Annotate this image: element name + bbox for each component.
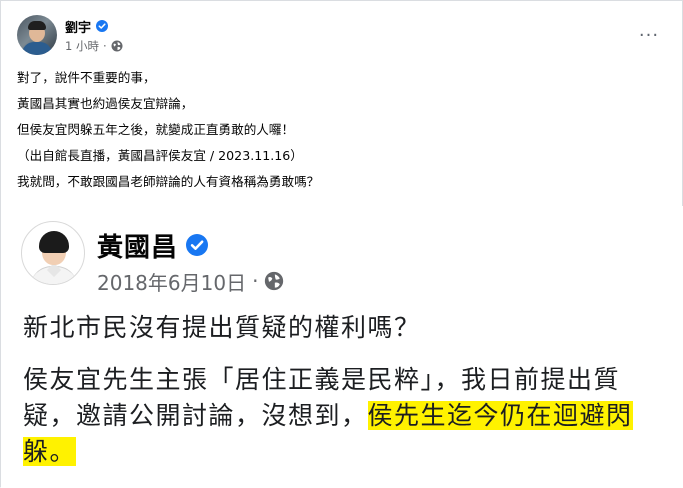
shared-post-paragraph: 侯友宜先生主張「居住正義是民粹」，我日前提出質 疑，邀請公開討論，沒想到，侯先生… <box>23 362 673 470</box>
post-text-line: （出自館長直播，黃國昌評侯友宜 / 2023.11.16） <box>17 148 303 163</box>
shared-author-name: 黃國昌 <box>97 232 179 263</box>
shared-para-line: 疑，邀請公開討論，沒想到，侯先生迄今仍在迴避閃 <box>23 398 673 434</box>
meta-separator: · <box>252 269 259 293</box>
highlighted-text: 侯先生迄今仍在迴避閃 <box>367 401 633 430</box>
shared-post-screenshot: 黃國昌 2018年6月10日 · 新北市民沒有提出質疑的權利嗎？ 侯友宜先生主張… <box>1 206 683 488</box>
shared-para-text: 疑，邀請公開討論，沒想到， <box>23 401 368 430</box>
shared-para-line: 侯友宜先生主張「居住正義是民粹」，我日前提出質 <box>23 365 621 394</box>
post-text: 對了，說件不重要的事， 黃國昌其實也約過侯友宜辯論， 但侯友宜閃躲五年之後，就變… <box>17 65 667 195</box>
post-meta: 1 小時 · <box>65 38 123 54</box>
verified-badge-icon <box>186 234 209 256</box>
post-header: 劉宇 1 小時 · ··· <box>17 15 667 57</box>
author-name[interactable]: 劉宇 <box>65 17 91 36</box>
globe-icon <box>265 271 284 291</box>
more-options-icon: ··· <box>638 24 660 46</box>
post-text-line: 我就問，不敢跟國昌老師辯論的人有資格稱為勇敢嗎？ <box>17 174 320 189</box>
verified-badge-icon <box>96 20 109 32</box>
more-options-button[interactable]: ··· <box>635 21 663 49</box>
author-avatar[interactable] <box>17 15 57 55</box>
author-line: 劉宇 <box>65 17 109 36</box>
shared-author-avatar <box>21 221 85 285</box>
post-text-line: 對了，說件不重要的事， <box>17 70 156 85</box>
shared-post-meta: 2018年6月10日 · <box>97 266 284 296</box>
facebook-post-card: 劉宇 1 小時 · ··· 對了，說件不重要的事， 黃國昌其實也約過侯友宜辯論，… <box>0 0 683 488</box>
shared-post-question: 新北市民沒有提出質疑的權利嗎？ <box>23 313 421 342</box>
meta-separator: · <box>102 39 107 53</box>
post-timestamp[interactable]: 1 小時 <box>65 38 99 54</box>
shared-para-line: 躲。 <box>23 434 673 470</box>
shared-author-line: 黃國昌 <box>97 228 209 263</box>
globe-icon[interactable] <box>111 40 123 52</box>
post-text-line: 黃國昌其實也約過侯友宜辯論， <box>17 96 194 111</box>
shared-post-date: 2018年6月10日 <box>97 270 247 295</box>
post-text-line: 但侯友宜閃躲五年之後，就變成正直勇敢的人囉！ <box>17 122 295 137</box>
highlighted-text: 躲。 <box>23 437 77 466</box>
shared-screenshot-image[interactable]: 黃國昌 2018年6月10日 · 新北市民沒有提出質疑的權利嗎？ 侯友宜先生主張… <box>1 206 683 488</box>
